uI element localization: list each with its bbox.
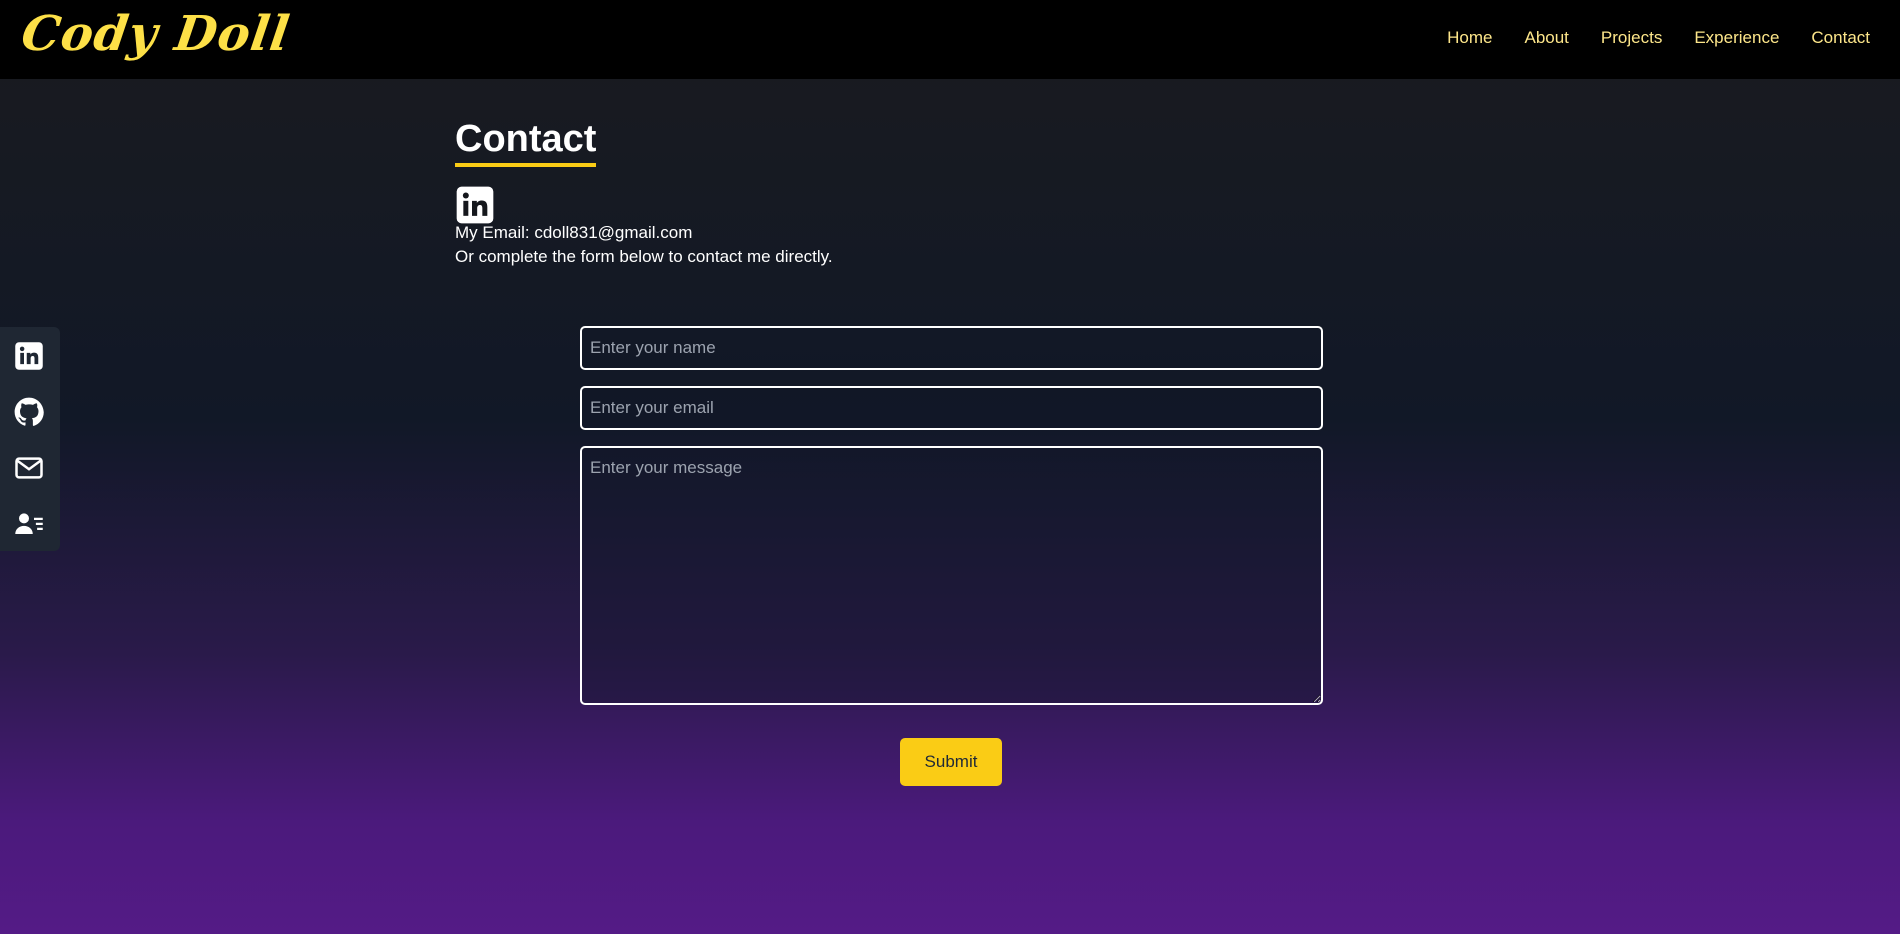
site-logo[interactable]: Cody Doll [18,6,293,62]
page-title: Contact [455,118,597,167]
email-input[interactable] [580,386,1323,430]
top-navbar: Cody Doll Home About Projects Experience… [0,0,1900,79]
mail-icon[interactable] [14,453,44,483]
github-icon[interactable] [14,397,44,427]
email-text: My Email: cdoll831@gmail.com [455,223,693,242]
nav-about-link[interactable]: About [1524,28,1568,48]
linkedin-icon[interactable] [455,185,495,225]
main-nav: Home About Projects Experience Contact [1415,28,1870,48]
social-sidebar [0,327,60,551]
resume-icon[interactable] [14,509,44,539]
linkedin-icon[interactable] [14,341,44,371]
nav-contact-link[interactable]: Contact [1811,28,1870,48]
submit-button[interactable]: Submit [900,738,1002,786]
contact-section: Contact My Email: cdoll831@gmail.com Or … [455,118,833,269]
form-prompt-text: Or complete the form below to contact me… [455,247,833,266]
name-input[interactable] [580,326,1323,370]
nav-experience-link[interactable]: Experience [1694,28,1779,48]
nav-projects-link[interactable]: Projects [1601,28,1662,48]
nav-home-link[interactable]: Home [1447,28,1492,48]
contact-form [580,326,1324,705]
message-textarea[interactable] [580,446,1323,705]
